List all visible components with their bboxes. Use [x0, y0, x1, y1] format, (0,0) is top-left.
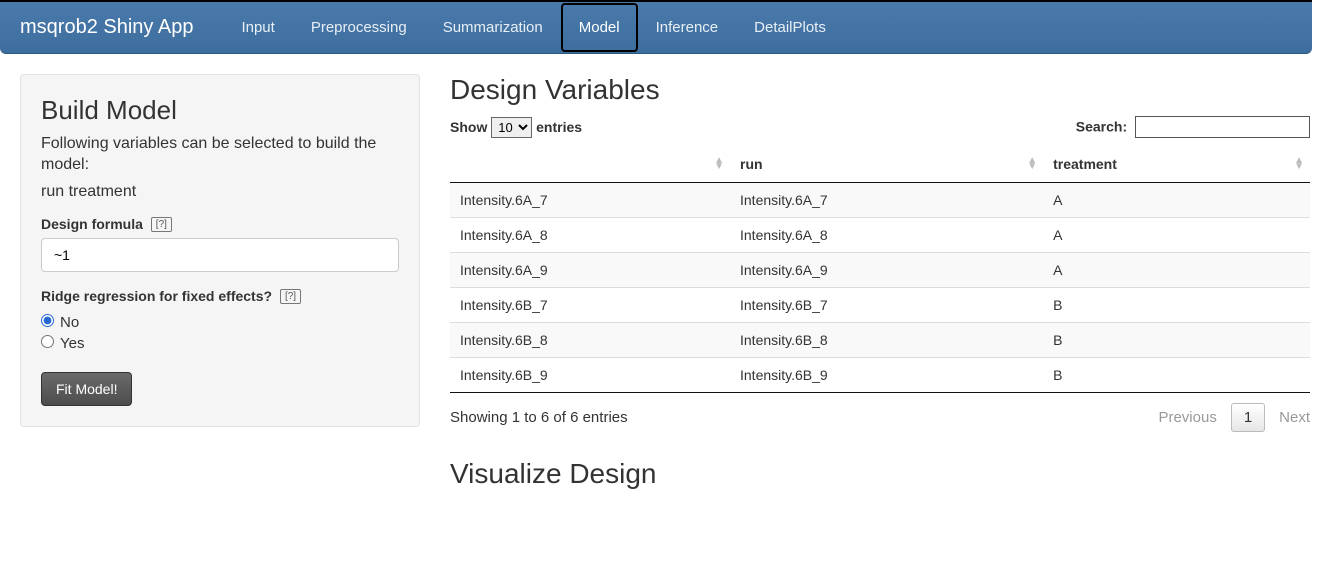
datatable-controls-bottom: Showing 1 to 6 of 6 entries Previous 1 N…	[450, 403, 1310, 432]
tab-summarization[interactable]: Summarization	[425, 3, 561, 52]
ridge-option-yes[interactable]: Yes	[41, 335, 399, 352]
table-cell: Intensity.6B_9	[730, 358, 1043, 393]
previous-button[interactable]: Previous	[1158, 409, 1216, 426]
sidebar-panel: Build Model Following variables can be s…	[20, 74, 420, 427]
table-cell: B	[1043, 288, 1310, 323]
ridge-radio-yes[interactable]	[41, 335, 54, 348]
entries-select[interactable]: 10	[491, 117, 532, 138]
design-formula-label: Design formula	[41, 216, 143, 232]
sort-icon: ▲▼	[1027, 158, 1037, 170]
table-row: Intensity.6B_7Intensity.6B_7B	[450, 288, 1310, 323]
table-cell: A	[1043, 183, 1310, 218]
search-input[interactable]	[1135, 116, 1310, 138]
page-1-button[interactable]: 1	[1231, 403, 1265, 432]
table-row: Intensity.6A_9Intensity.6A_9A	[450, 253, 1310, 288]
table-cell: Intensity.6B_8	[450, 323, 730, 358]
build-model-heading: Build Model	[41, 95, 399, 126]
pagination: Previous 1 Next	[1158, 403, 1310, 432]
app-brand: msqrob2 Shiny App	[20, 16, 193, 39]
col-rowname[interactable]: ▲▼	[450, 146, 730, 183]
design-formula-input[interactable]	[41, 238, 399, 272]
tab-inference[interactable]: Inference	[638, 3, 737, 52]
tab-detailplots[interactable]: DetailPlots	[736, 3, 844, 52]
table-cell: Intensity.6B_7	[730, 288, 1043, 323]
search-label: Search:	[1076, 119, 1127, 135]
ridge-radio-no[interactable]	[41, 314, 54, 327]
design-variables-table: ▲▼ run▲▼ treatment▲▼ Intensity.6A_7Inten…	[450, 146, 1310, 393]
navbar: msqrob2 Shiny App Input Preprocessing Su…	[0, 0, 1312, 54]
ridge-label: Ridge regression for fixed effects?	[41, 288, 272, 304]
table-cell: Intensity.6B_9	[450, 358, 730, 393]
table-info: Showing 1 to 6 of 6 entries	[450, 409, 628, 426]
table-row: Intensity.6B_8Intensity.6B_8B	[450, 323, 1310, 358]
sort-icon: ▲▼	[1294, 158, 1304, 170]
table-cell: Intensity.6A_7	[730, 183, 1043, 218]
table-cell: A	[1043, 218, 1310, 253]
table-cell: Intensity.6A_9	[730, 253, 1043, 288]
table-cell: Intensity.6B_8	[730, 323, 1043, 358]
table-row: Intensity.6A_7Intensity.6A_7A	[450, 183, 1310, 218]
main-panel: Design Variables Show 10 entries Search:…	[450, 74, 1310, 500]
table-cell: Intensity.6A_8	[730, 218, 1043, 253]
model-variables: run treatment	[41, 182, 399, 203]
length-control: Show 10 entries	[450, 117, 582, 138]
tab-input[interactable]: Input	[223, 3, 292, 52]
tab-preprocessing[interactable]: Preprocessing	[293, 3, 425, 52]
table-cell: A	[1043, 253, 1310, 288]
table-cell: Intensity.6A_9	[450, 253, 730, 288]
build-model-subtext: Following variables can be selected to b…	[41, 134, 399, 176]
search-control: Search:	[1076, 116, 1310, 138]
nav-tabs: Input Preprocessing Summarization Model …	[223, 3, 843, 52]
table-cell: Intensity.6A_7	[450, 183, 730, 218]
tab-model[interactable]: Model	[561, 3, 638, 52]
next-button[interactable]: Next	[1279, 409, 1310, 426]
table-cell: B	[1043, 323, 1310, 358]
table-row: Intensity.6B_9Intensity.6B_9B	[450, 358, 1310, 393]
table-cell: Intensity.6B_7	[450, 288, 730, 323]
col-treatment[interactable]: treatment▲▼	[1043, 146, 1310, 183]
help-icon[interactable]: [?]	[151, 217, 172, 232]
table-cell: Intensity.6A_8	[450, 218, 730, 253]
ridge-radio-group: No Yes	[41, 314, 399, 352]
design-variables-heading: Design Variables	[450, 74, 1310, 106]
col-run[interactable]: run▲▼	[730, 146, 1043, 183]
sort-icon: ▲▼	[714, 158, 724, 170]
fit-model-button[interactable]: Fit Model!	[41, 372, 132, 406]
ridge-option-no[interactable]: No	[41, 314, 399, 331]
visualize-design-heading: Visualize Design	[450, 458, 1310, 490]
table-cell: B	[1043, 358, 1310, 393]
table-row: Intensity.6A_8Intensity.6A_8A	[450, 218, 1310, 253]
datatable-controls-top: Show 10 entries Search:	[450, 116, 1310, 138]
help-icon[interactable]: [?]	[280, 289, 301, 304]
